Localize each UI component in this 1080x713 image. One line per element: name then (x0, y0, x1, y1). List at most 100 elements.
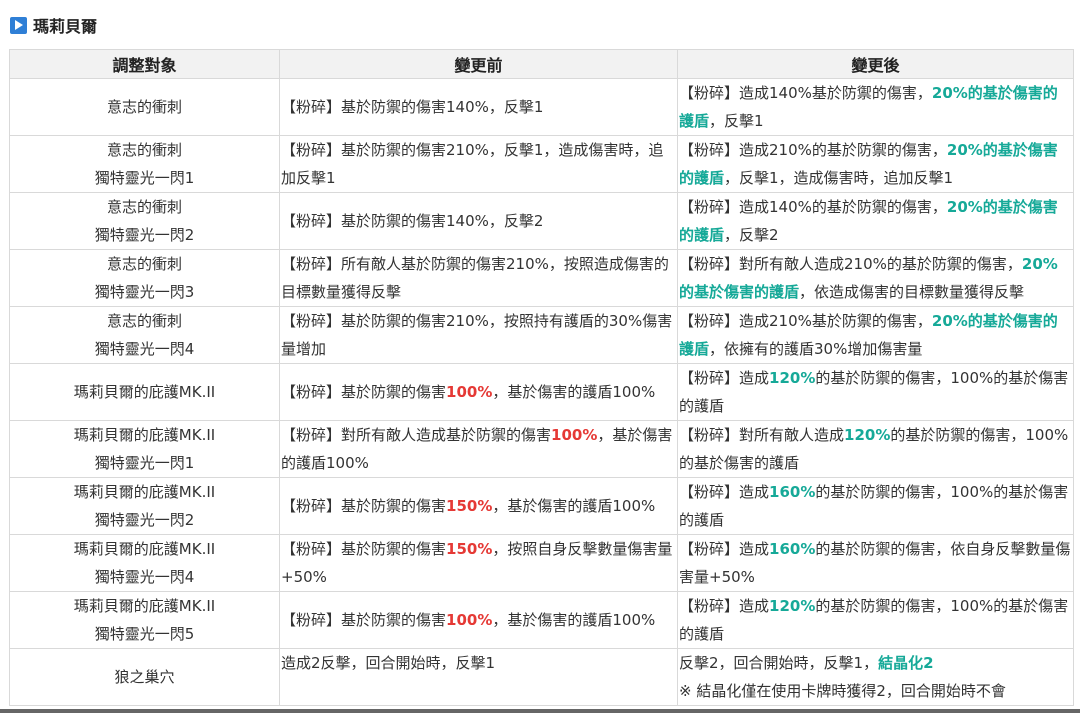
cell-target: 瑪莉貝爾的庇護MK.II 獨特靈光一閃5 (9, 591, 280, 649)
cell-text: 【粉碎】造成 (679, 369, 770, 387)
cell-before: 【粉碎】所有敵人基於防禦的傷害210%，按照造成傷害的目標數量獲得反擊 (279, 249, 678, 307)
section-header: 瑪莉貝爾 (10, 14, 97, 36)
cell-text: ，依造成傷害的目標數量獲得反擊 (799, 283, 1025, 301)
cell-before: 【粉碎】對所有敵人造成基於防禦的傷害100%，基於傷害的護盾100% (279, 420, 678, 478)
cell-before: 造成2反擊，回合開始時，反擊1 (279, 648, 678, 706)
cell-text: ，反擊1，造成傷害時，追加反擊1 (724, 169, 954, 187)
cell-after: 【粉碎】造成140%的基於防禦的傷害，20%的基於傷害的護盾，反擊2 (677, 192, 1074, 250)
cell-after: 【粉碎】造成160%的基於防禦的傷害，依自身反擊數量傷害量+50% (677, 534, 1074, 592)
cell-text: ，反擊1 (709, 112, 764, 130)
table-row: 意志的衝刺 【粉碎】基於防禦的傷害140%，反擊1 【粉碎】造成140%基於防禦的傷… (9, 78, 1074, 136)
cell-target: 瑪莉貝爾的庇護MK.II 獨特靈光一閃2 (9, 477, 280, 535)
cell-after: 【粉碎】造成140%基於防禦的傷害，20%的基於傷害的護盾，反擊1 (677, 78, 1074, 136)
table-row: 瑪莉貝爾的庇護MK.II 獨特靈光一閃5 【粉碎】基於防禦的傷害100%，基於傷害的… (9, 591, 1074, 649)
cell-target: 意志的衝刺獨特靈光一閃3 (9, 249, 280, 307)
target-line: 意志的衝刺 (106, 255, 182, 273)
old-value: 100% (446, 611, 493, 629)
target-line: 瑪莉貝爾的庇護MK.II (73, 383, 216, 401)
table-row: 瑪莉貝爾的庇護MK.II 獨特靈光一閃2 【粉碎】基於防禦的傷害150%，基於傷害的… (9, 477, 1074, 535)
target-line: 瑪莉貝爾的庇護MK.II (73, 426, 216, 444)
cell-text: 【粉碎】對所有敵人造成210%的基於防禦的傷害， (679, 255, 1022, 273)
cell-before: 【粉碎】基於防禦的傷害140%，反擊2 (279, 192, 678, 250)
table-row: 意志的衝刺 獨特靈光一閃4 【粉碎】基於防禦的傷害210%，按照持有護盾的30%傷害… (9, 306, 1074, 364)
cell-text: 【粉碎】基於防禦的傷害140%，反擊2 (281, 212, 544, 230)
new-value: 120% (769, 597, 816, 615)
patch-notes-table: 調整對象 變更前 變更後 意志的衝刺 【粉碎】基於防禦的傷害140%，反擊1 【粉碎… (9, 49, 1074, 706)
cell-text: 【粉碎】造成 (679, 540, 770, 558)
cell-text: 【粉碎】造成 (679, 597, 770, 615)
play-icon (10, 16, 27, 34)
table-row: 瑪莉貝爾的庇護MK.II 【粉碎】基於防禦的傷害100%，基於傷害的護盾100% 【… (9, 363, 1074, 421)
cell-text: 【粉碎】基於防禦的傷害 (281, 497, 447, 515)
target-line: 獨特靈光一閃3 (94, 283, 195, 301)
target-line: 瑪莉貝爾的庇護MK.II (73, 540, 216, 558)
new-value: 120% (844, 426, 891, 444)
cell-text: 【粉碎】對所有敵人造成基於防禦的傷害 (281, 426, 552, 444)
table-header-row: 調整對象 變更前 變更後 (9, 49, 1074, 79)
target-line: 瑪莉貝爾的庇護MK.II (73, 483, 216, 501)
cell-after: 【粉碎】造成120%的基於防禦的傷害，100%的基於傷害的護盾 (677, 591, 1074, 649)
section-title: 瑪莉貝爾 (33, 17, 98, 36)
new-value: 120% (769, 369, 816, 387)
cell-before: 【粉碎】基於防禦的傷害150%，基於傷害的護盾100% (279, 477, 678, 535)
cell-text: 【粉碎】基於防禦的傷害210%，按照持有護盾的30%傷害量增加 (281, 312, 673, 358)
target-line: 瑪莉貝爾的庇護MK.II (73, 597, 216, 615)
cell-after: 【粉碎】造成210%的基於防禦的傷害，20%的基於傷害的護盾，反擊1，造成傷害時… (677, 135, 1074, 193)
old-value: 100% (446, 383, 493, 401)
cell-text: 【粉碎】對所有敵人造成 (679, 426, 845, 444)
cell-text: 【粉碎】造成140%的基於防禦的傷害， (679, 198, 947, 216)
target-line: 獨特靈光一閃4 (94, 340, 195, 358)
cell-text: 造成2反擊，回合開始時，反擊1 (281, 654, 496, 672)
cell-text: 【粉碎】基於防禦的傷害 (281, 540, 447, 558)
cell-text: ，基於傷害的護盾100% (492, 497, 656, 515)
table-row: 意志的衝刺 獨特靈光一閃2 【粉碎】基於防禦的傷害140%，反擊2 【粉碎】造成140… (9, 192, 1074, 250)
cell-target: 意志的衝刺 (9, 78, 280, 136)
target-line: 獨特靈光一閃1 (94, 454, 195, 472)
cell-text: 【粉碎】基於防禦的傷害140%，反擊1 (281, 98, 544, 116)
target-line: 獨特靈光一閃2 (94, 226, 195, 244)
cell-before: 【粉碎】基於防禦的傷害210%，反擊1，造成傷害時，追加反擊1 (279, 135, 678, 193)
cell-target: 瑪莉貝爾的庇護MK.II (9, 363, 280, 421)
table-row: 意志的衝刺 獨特靈光一閃1 【粉碎】基於防禦的傷害210%，反擊1，造成傷害時，追加… (9, 135, 1074, 193)
target-line: 獨特靈光一閃4 (94, 568, 195, 586)
cell-text: ，依擁有的護盾30%增加傷害量 (709, 340, 923, 358)
bottom-divider (0, 709, 1080, 713)
cell-text: 【粉碎】基於防禦的傷害 (281, 611, 447, 629)
target-line: 意志的衝刺 (106, 198, 182, 216)
header-target: 調整對象 (9, 49, 280, 79)
old-value: 150% (446, 497, 493, 515)
cell-target: 意志的衝刺獨特靈光一閃4 (9, 306, 280, 364)
target-line: 意志的衝刺 (106, 98, 182, 116)
cell-text: 【粉碎】基於防禦的傷害 (281, 383, 447, 401)
cell-text: 反擊2，回合開始時，反擊1， (679, 654, 879, 672)
table-row: 狼之巢穴 造成2反擊，回合開始時，反擊1 反擊2，回合開始時，反擊1，結晶化2 ※ 結… (9, 648, 1074, 706)
header-after: 變更後 (677, 49, 1074, 79)
cell-text: ，基於傷害的護盾100% (492, 383, 656, 401)
cell-target: 意志的衝刺獨特靈光一閃2 (9, 192, 280, 250)
old-value: 150% (446, 540, 493, 558)
cell-before: 【粉碎】基於防禦的傷害210%，按照持有護盾的30%傷害量增加 (279, 306, 678, 364)
cell-text: 【粉碎】造成210%基於防禦的傷害， (679, 312, 932, 330)
table-row: 瑪莉貝爾的庇護MK.II 獨特靈光一閃1 【粉碎】對所有敵人造成基於防禦的傷害100… (9, 420, 1074, 478)
cell-before: 【粉碎】基於防禦的傷害100%，基於傷害的護盾100% (279, 591, 678, 649)
cell-target: 瑪莉貝爾的庇護MK.II 獨特靈光一閃1 (9, 420, 280, 478)
table-row: 意志的衝刺 獨特靈光一閃3 【粉碎】所有敵人基於防禦的傷害210%，按照造成傷害的目… (9, 249, 1074, 307)
cell-target: 意志的衝刺獨特靈光一閃1 (9, 135, 280, 193)
cell-before: 【粉碎】基於防禦的傷害140%，反擊1 (279, 78, 678, 136)
target-line: 意志的衝刺 (106, 141, 182, 159)
cell-after: 【粉碎】對所有敵人造成120%的基於防禦的傷害，100%的基於傷害的護盾 (677, 420, 1074, 478)
cell-target: 瑪莉貝爾的庇護MK.II 獨特靈光一閃4 (9, 534, 280, 592)
target-line: 獨特靈光一閃1 (94, 169, 195, 187)
header-before: 變更前 (279, 49, 678, 79)
target-line: 狼之巢穴 (114, 668, 175, 686)
target-line: 意志的衝刺 (106, 312, 182, 330)
target-line: 獨特靈光一閃2 (94, 511, 195, 529)
old-value: 100% (551, 426, 598, 444)
cell-text: ，基於傷害的護盾100% (492, 611, 656, 629)
cell-before: 【粉碎】基於防禦的傷害150%，按照自身反擊數量傷害量+50% (279, 534, 678, 592)
cell-text: 【粉碎】造成140%基於防禦的傷害， (679, 84, 932, 102)
cell-text: 【粉碎】基於防禦的傷害210%，反擊1，造成傷害時，追加反擊1 (281, 141, 664, 187)
cell-text: 【粉碎】造成210%的基於防禦的傷害， (679, 141, 947, 159)
cell-text: 【粉碎】所有敵人基於防禦的傷害210%，按照造成傷害的目標數量獲得反擊 (281, 255, 669, 301)
cell-target: 狼之巢穴 (9, 648, 280, 706)
